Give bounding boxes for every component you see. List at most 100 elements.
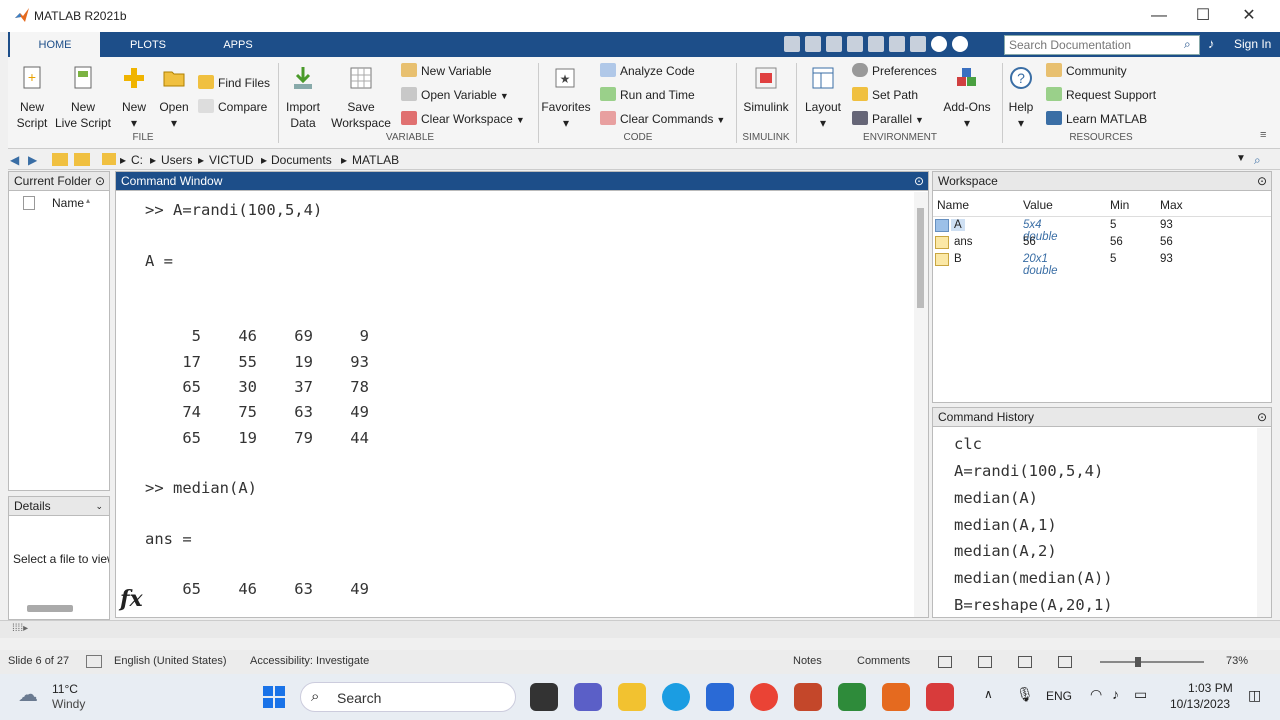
request-support-button[interactable]: Request Support bbox=[1046, 86, 1156, 104]
weather-status[interactable]: Windy bbox=[52, 697, 85, 711]
weather-temp[interactable]: 11°C bbox=[52, 682, 78, 696]
switch-windows-icon[interactable] bbox=[910, 36, 926, 52]
panel-menu-icon[interactable]: ⊙ bbox=[95, 172, 105, 191]
open-variable-button[interactable]: Open Variable ▼ bbox=[401, 86, 509, 104]
history-item[interactable]: clc bbox=[954, 435, 982, 453]
help-button[interactable]: ? Help ▾ bbox=[1006, 65, 1036, 131]
fx-icon[interactable]: fx bbox=[120, 586, 143, 612]
community-button[interactable]: Community bbox=[1046, 62, 1127, 80]
task-view-icon[interactable] bbox=[530, 683, 558, 711]
input-language[interactable]: ENG bbox=[1046, 689, 1072, 703]
notification-icon[interactable]: ◫ bbox=[1248, 687, 1261, 704]
analyze-code-button[interactable]: Analyze Code bbox=[600, 62, 695, 80]
tab-plots[interactable]: PLOTS bbox=[118, 32, 178, 57]
history-item[interactable]: B=reshape(A,20,1) bbox=[954, 596, 1113, 614]
reading-view-icon[interactable] bbox=[1018, 656, 1032, 668]
microphone-icon[interactable]: 🎙 bbox=[1016, 686, 1034, 703]
history-item[interactable]: A=randi(100,5,4) bbox=[954, 462, 1103, 480]
addons-button[interactable]: Add-Ons ▾ bbox=[938, 65, 996, 131]
tab-home[interactable]: HOME bbox=[10, 32, 100, 57]
favorites-button[interactable]: ★ Favorites ▾ bbox=[540, 65, 592, 131]
notification-bell-icon[interactable]: ♪ bbox=[1208, 36, 1215, 51]
clear-commands-button[interactable]: Clear Commands ▼ bbox=[600, 110, 725, 128]
chevron-up-icon[interactable]: ∧ bbox=[984, 687, 993, 701]
battery-icon[interactable]: ▭ bbox=[1134, 686, 1147, 703]
app-s-icon[interactable] bbox=[926, 683, 954, 711]
collapse-ribbon-icon[interactable]: ≡ bbox=[1260, 129, 1266, 141]
clear-workspace-button[interactable]: Clear Workspace ▼ bbox=[401, 110, 525, 128]
path-segment[interactable]: VICTUD bbox=[209, 153, 254, 167]
panel-menu-icon[interactable]: ⊙ bbox=[914, 172, 924, 191]
panel-menu-icon[interactable]: ⊙ bbox=[1257, 172, 1267, 191]
path-segment[interactable]: C: bbox=[131, 153, 143, 167]
horizontal-scrollbar[interactable] bbox=[27, 605, 73, 612]
find-files-button[interactable]: Find Files bbox=[198, 74, 270, 92]
slideshow-icon[interactable] bbox=[1058, 656, 1072, 668]
zoom-slider[interactable] bbox=[1100, 661, 1204, 663]
cut-icon[interactable] bbox=[805, 36, 821, 52]
spellcheck-icon[interactable] bbox=[86, 655, 102, 668]
maximize-button[interactable]: ☐ bbox=[1180, 4, 1226, 28]
notes-button[interactable]: Notes bbox=[793, 655, 822, 667]
close-button[interactable]: ✕ bbox=[1226, 4, 1272, 28]
zoom-level[interactable]: 73% bbox=[1226, 655, 1248, 667]
workspace-col-value[interactable]: Value bbox=[1023, 198, 1053, 212]
search-documentation-input[interactable]: Search Documentation bbox=[1004, 35, 1200, 55]
forward-icon[interactable]: ▶ bbox=[28, 153, 37, 167]
preferences-button[interactable]: Preferences bbox=[852, 62, 937, 80]
history-item[interactable]: median(A) bbox=[954, 489, 1038, 507]
history-item[interactable]: median(median(A)) bbox=[954, 569, 1113, 587]
parallel-button[interactable]: Parallel ▼ bbox=[852, 110, 924, 128]
back-icon[interactable]: ◀ bbox=[10, 153, 19, 167]
new-script-button[interactable]: + New Script bbox=[12, 65, 52, 131]
file-explorer-icon[interactable] bbox=[618, 683, 646, 711]
taskbar-search-box[interactable]: ⌕ Search bbox=[300, 682, 516, 712]
compare-button[interactable]: Compare bbox=[198, 98, 267, 116]
community-icon[interactable] bbox=[952, 36, 968, 52]
help-icon[interactable] bbox=[931, 36, 947, 52]
search-folder-icon[interactable]: ⌕ bbox=[1254, 153, 1261, 168]
volume-icon[interactable]: ♪ bbox=[1112, 686, 1119, 702]
save-workspace-button[interactable]: Save Workspace bbox=[330, 65, 392, 131]
simulink-button[interactable]: Simulink bbox=[740, 65, 792, 115]
up-folder-icon[interactable] bbox=[52, 153, 68, 166]
matlab-taskbar-icon[interactable] bbox=[882, 683, 910, 711]
language-status[interactable]: English (United States) bbox=[114, 655, 227, 667]
vertical-scrollbar[interactable] bbox=[914, 192, 928, 617]
zoom-slider-thumb[interactable] bbox=[1135, 657, 1141, 667]
clock-date[interactable]: 10/13/2023 bbox=[1170, 697, 1230, 711]
learn-matlab-button[interactable]: Learn MATLAB bbox=[1046, 110, 1147, 128]
redo-icon[interactable] bbox=[889, 36, 905, 52]
command-window[interactable]: Command Window ⊙ >> A=randi(100,5,4) A = … bbox=[115, 171, 929, 618]
comments-button[interactable]: Comments bbox=[857, 655, 910, 667]
name-column-header[interactable]: Name bbox=[52, 196, 84, 210]
app-icon[interactable] bbox=[838, 683, 866, 711]
chevron-down-icon[interactable]: ⌄ bbox=[95, 497, 103, 516]
open-button[interactable]: Open ▾ bbox=[156, 65, 192, 131]
tab-apps[interactable]: APPS bbox=[208, 32, 268, 57]
accessibility-status[interactable]: Accessibility: Investigate bbox=[250, 655, 369, 667]
slide-sorter-icon[interactable] bbox=[978, 656, 992, 668]
store-icon[interactable] bbox=[706, 683, 734, 711]
browse-folder-icon[interactable] bbox=[74, 153, 90, 166]
windows-start-icon[interactable] bbox=[262, 685, 286, 709]
sign-in-link[interactable]: Sign In bbox=[1234, 37, 1271, 51]
undo-icon[interactable] bbox=[868, 36, 884, 52]
new-button[interactable]: New ▾ bbox=[116, 65, 152, 131]
chrome-icon[interactable] bbox=[750, 683, 778, 711]
history-item[interactable]: median(A,1) bbox=[954, 516, 1057, 534]
path-segment[interactable]: Users bbox=[161, 153, 192, 167]
minimize-button[interactable]: — bbox=[1136, 4, 1182, 28]
workspace-col-max[interactable]: Max bbox=[1160, 198, 1183, 212]
path-segment[interactable]: MATLAB bbox=[352, 153, 399, 167]
command-output[interactable]: >> A=randi(100,5,4) A = 5 46 69 9 17 55 … bbox=[145, 198, 369, 617]
powerpoint-icon[interactable] bbox=[794, 683, 822, 711]
edge-icon[interactable] bbox=[662, 683, 690, 711]
workspace-col-name[interactable]: Name bbox=[937, 198, 969, 212]
new-variable-button[interactable]: New Variable bbox=[401, 62, 491, 80]
clock-time[interactable]: 1:03 PM bbox=[1188, 681, 1233, 695]
workspace-col-min[interactable]: Min bbox=[1110, 198, 1129, 212]
paste-icon[interactable] bbox=[847, 36, 863, 52]
path-segment[interactable]: Documents bbox=[271, 153, 332, 167]
search-icon[interactable]: ⌕ bbox=[1184, 37, 1191, 52]
